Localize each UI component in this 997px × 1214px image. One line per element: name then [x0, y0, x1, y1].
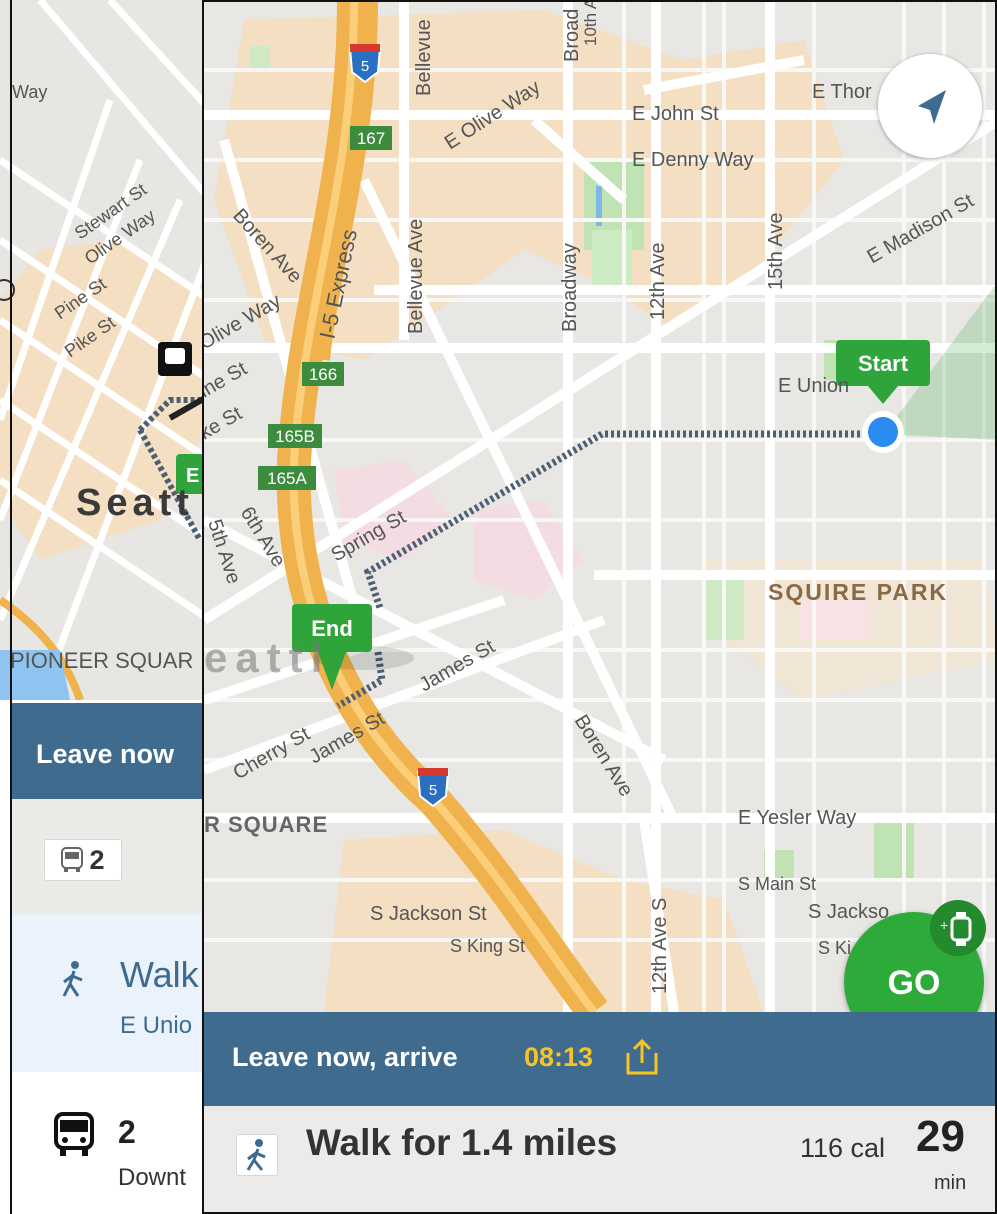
back-walk-row[interactable]: Walk E Unio	[10, 914, 210, 1072]
svg-text:5: 5	[361, 58, 369, 75]
back-map[interactable]: Way Stewart St Olive Way Pine St Pike St…	[0, 0, 214, 702]
walk-summary-row[interactable]: Walk for 1.4 miles 116 cal 29 min	[204, 1106, 997, 1214]
back-leave-bar[interactable]: Leave now	[10, 703, 210, 799]
route-chip[interactable]: 2	[44, 839, 122, 881]
back-leave-label: Leave now	[36, 739, 175, 769]
svg-text:166: 166	[309, 365, 337, 384]
street-label: S Ki	[818, 938, 851, 958]
route-map[interactable]: Start End 5 5 167 166 165B 165A Bellevue…	[204, 0, 997, 1052]
walk-duration-unit: min	[934, 1172, 967, 1194]
back-map-canvas: Way Stewart St Olive Way Pine St Pike St…	[0, 0, 214, 702]
walking-person-icon	[62, 961, 83, 997]
start-marker-label: Start	[858, 351, 909, 376]
foreground-screen: Start End 5 5 167 166 165B 165A Bellevue…	[202, 0, 997, 1214]
district-label: SQUIRE PARK	[768, 579, 948, 605]
street-label: S Main St	[738, 874, 816, 894]
back-walk-title: Walk	[120, 954, 199, 995]
street-label: Broad	[561, 9, 583, 62]
street-label: E Union	[778, 375, 849, 397]
street-label: S Jackson St	[370, 903, 487, 925]
walk-summary-title: Walk for 1.4 miles	[306, 1122, 618, 1163]
locate-me-button[interactable]	[878, 54, 982, 158]
walk-calories: 116 cal	[800, 1133, 886, 1163]
district-label: R SQUARE	[204, 812, 328, 837]
street-label: 15th Ave	[765, 213, 787, 290]
back-bus-subtitle: Downt	[118, 1164, 187, 1191]
street-label: E Yesler Way	[738, 807, 856, 829]
navigation-arrow-icon	[918, 90, 946, 124]
street-label: 12th Ave	[647, 243, 669, 320]
add-watch-icon[interactable]: +	[930, 900, 986, 956]
bus-icon	[61, 847, 84, 872]
street-label: 10th A	[581, 0, 600, 46]
district-label: eattl	[204, 634, 330, 681]
arrival-time: 08:13	[524, 1042, 594, 1072]
street-label: Bellevue	[413, 19, 435, 96]
street-label: E Thor	[812, 81, 872, 103]
leave-now-bar[interactable]: Leave now, arrive 08:13	[204, 1012, 997, 1106]
end-marker-fragment: E	[186, 465, 199, 487]
go-button-label: GO	[887, 964, 941, 1002]
street-label: E Denny Way	[632, 149, 754, 171]
route-chip-count: 2	[89, 844, 105, 875]
svg-text:+: +	[940, 917, 948, 933]
bus-icon	[54, 1112, 94, 1156]
street-label: S Jackso	[808, 901, 889, 923]
walk-duration: 29	[916, 1112, 965, 1161]
leave-now-label: Leave now, arrive	[232, 1042, 458, 1072]
back-bus-row[interactable]: 2 Downt	[10, 1072, 210, 1214]
back-map-city-label: Seatt	[76, 482, 194, 524]
street-label: Broadway	[559, 243, 581, 332]
street-label: S King St	[450, 936, 525, 956]
street-label: Bellevue Ave	[405, 219, 427, 334]
back-walk-subtitle: E Unio	[120, 1012, 193, 1039]
street-label: E John St	[632, 103, 719, 125]
svg-text:165B: 165B	[275, 427, 315, 446]
svg-text:167: 167	[357, 129, 385, 148]
back-map-label: Way	[12, 82, 47, 102]
back-bus-number: 2	[118, 1114, 136, 1150]
watch-glyph: +	[940, 912, 972, 946]
back-map-district-label: PIONEER SQUAR	[10, 648, 193, 673]
share-icon[interactable]	[624, 1037, 660, 1077]
walking-person-icon	[236, 1134, 278, 1176]
street-label: 12th Ave S	[649, 898, 671, 994]
svg-text:5: 5	[429, 782, 437, 799]
back-route-summary: 2	[10, 799, 210, 914]
svg-text:165A: 165A	[267, 469, 307, 488]
